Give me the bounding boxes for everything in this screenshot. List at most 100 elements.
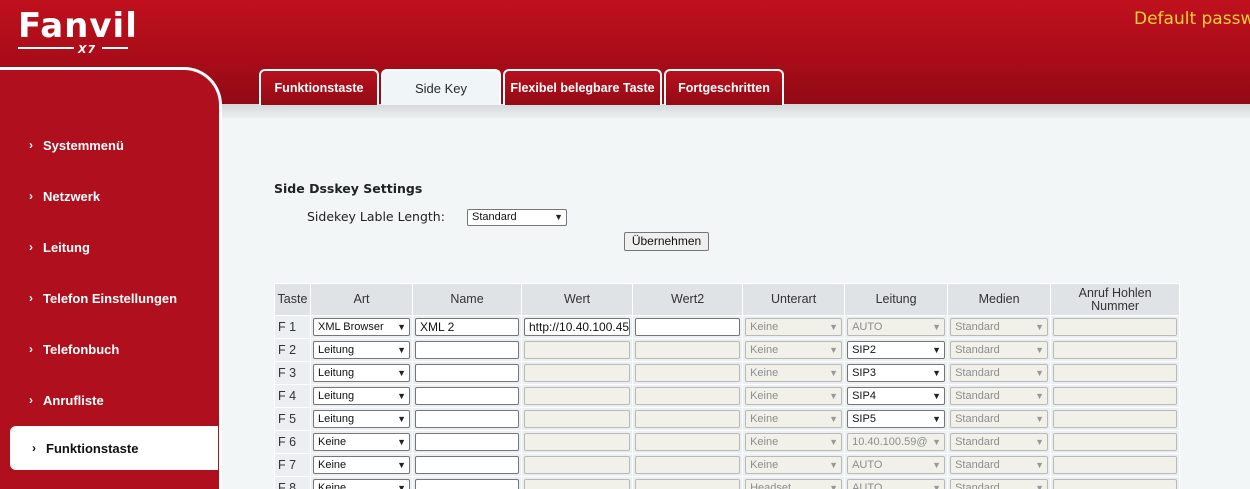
tab-flexibel-belegbare-taste[interactable]: Flexibel belegbare Taste [503, 69, 662, 105]
chevron-right-icon: › [29, 342, 33, 356]
anruf-hohlen-nummer-input [1053, 410, 1178, 428]
sidebar-item-leitung[interactable]: › Leitung [0, 225, 218, 269]
select-value: Keine [750, 321, 779, 333]
name-input[interactable] [415, 410, 519, 428]
sidebar-item-netzwerk[interactable]: › Netzwerk [0, 174, 218, 218]
art-select[interactable]: XML Browser ▼ [313, 318, 410, 336]
sidebar-item-telefonbuch[interactable]: › Telefonbuch [0, 327, 218, 371]
logo-underline-left [18, 47, 74, 49]
art-select[interactable]: Leitung ▼ [313, 410, 410, 428]
table-cell: Keine ▼ [310, 453, 413, 477]
table-cell: Standard ▼ [947, 476, 1052, 489]
table-cell: Keine ▼ [742, 453, 846, 477]
wert2-input [635, 410, 741, 428]
chevron-right-icon: › [29, 291, 33, 305]
unterart-select: Keine ▼ [745, 456, 843, 474]
art-select[interactable]: Keine ▼ [313, 479, 410, 489]
wert-input [524, 341, 631, 359]
side-key-table: Taste Art Name Wert Wert2 Unterart Leitu… [274, 283, 1181, 489]
art-select[interactable]: Keine ▼ [313, 456, 410, 474]
sidebar-item-label: Leitung [43, 239, 90, 255]
select-value: Standard [955, 436, 1000, 448]
table-cell: Keine ▼ [310, 430, 413, 454]
table-row: F 1 XML Browser ▼ XML 2 http://10.40.100.45 K… [274, 315, 1181, 339]
table-cell: 10.40.100.59@ ▼ [844, 430, 949, 454]
select-value: SIP4 [852, 390, 876, 402]
name-input[interactable] [415, 456, 519, 474]
sidebar-item-telefon-einstellungen[interactable]: › Telefon Einstellungen [0, 276, 218, 320]
chevron-right-icon: › [29, 393, 33, 407]
select-value: 10.40.100.59@ [852, 436, 928, 448]
table-cell [1050, 338, 1181, 362]
art-select[interactable]: Leitung ▼ [313, 341, 410, 359]
apply-button[interactable]: Übernehmen [624, 232, 709, 251]
select-value: SIP2 [852, 344, 876, 356]
leitung-select[interactable]: SIP2 ▼ [847, 341, 946, 359]
table-cell [412, 361, 522, 385]
taste-label: F 3 [274, 361, 311, 385]
art-select[interactable]: Keine ▼ [313, 433, 410, 451]
chevron-down-icon: ▼ [1035, 391, 1045, 401]
select-value: Keine [750, 413, 779, 425]
select-value: Leitung [318, 413, 355, 425]
table-cell [1050, 384, 1181, 408]
sidebar-item-anrufliste[interactable]: › Anrufliste [0, 378, 218, 422]
chevron-down-icon: ▼ [829, 414, 839, 424]
select-value: Keine [318, 436, 347, 448]
name-input[interactable] [415, 364, 519, 382]
name-input[interactable] [415, 433, 519, 451]
art-select[interactable]: Leitung ▼ [313, 387, 410, 405]
wert2-input [635, 479, 741, 489]
anruf-hohlen-nummer-input [1053, 341, 1178, 359]
table-cell [632, 315, 744, 339]
sidebar-item-systemmenu[interactable]: › Systemmenü [0, 123, 218, 167]
art-select[interactable]: Leitung ▼ [313, 364, 410, 382]
chevron-down-icon: ▼ [1035, 345, 1045, 355]
name-input[interactable] [415, 479, 519, 489]
name-input[interactable] [415, 387, 519, 405]
table-cell: Keine ▼ [742, 384, 846, 408]
name-input[interactable] [415, 341, 519, 359]
table-cell: SIP2 ▼ [844, 338, 949, 362]
anruf-hohlen-nummer-input [1053, 364, 1178, 382]
medien-select: Standard ▼ [950, 341, 1049, 359]
chevron-down-icon: ▼ [397, 322, 406, 332]
select-value: Standard [955, 344, 1000, 356]
table-cell: AUTO ▼ [844, 315, 949, 339]
table-cell: Leitung ▼ [310, 361, 413, 385]
taste-label: F 6 [274, 430, 311, 454]
chevron-down-icon: ▼ [1035, 322, 1045, 332]
leitung-select[interactable]: SIP4 ▼ [847, 387, 946, 405]
table-cell: Keine ▼ [310, 476, 413, 489]
leitung-select: 10.40.100.59@ ▼ [847, 433, 946, 451]
select-value: XML Browser [318, 321, 384, 333]
sidekey-length-select[interactable]: Standard ▼ [467, 209, 567, 226]
wert-input[interactable]: http://10.40.100.45 [524, 318, 631, 336]
name-input[interactable]: XML 2 [415, 318, 519, 336]
wert2-input [635, 341, 741, 359]
table-cell: Keine ▼ [742, 315, 846, 339]
chevron-down-icon: ▼ [932, 483, 942, 489]
col-header-name: Name [412, 283, 522, 316]
medien-select: Standard ▼ [950, 410, 1049, 428]
anruf-hohlen-nummer-input [1053, 387, 1178, 405]
wert2-input[interactable] [635, 318, 741, 336]
table-row: F 3 Leitung ▼ Keine ▼ SIP3 ▼ Standard ▼ [274, 361, 1181, 385]
leitung-select[interactable]: SIP3 ▼ [847, 364, 946, 382]
wert-input [524, 410, 631, 428]
table-cell [520, 361, 634, 385]
table-cell: Leitung ▼ [310, 407, 413, 431]
table-cell [632, 453, 744, 477]
chevron-right-icon: › [29, 189, 33, 203]
chevron-down-icon: ▼ [1035, 368, 1045, 378]
tab-side-key[interactable]: Side Key [381, 69, 501, 105]
leitung-select[interactable]: SIP5 ▼ [847, 410, 946, 428]
tab-fortgeschritten[interactable]: Fortgeschritten [664, 69, 784, 105]
chevron-down-icon: ▼ [829, 460, 839, 470]
table-cell: Keine ▼ [742, 407, 846, 431]
sidebar-item-funktionstaste[interactable]: › Funktionstaste [10, 426, 218, 470]
tab-funktionstaste[interactable]: Funktionstaste [259, 69, 379, 105]
table-cell [632, 361, 744, 385]
table-cell: Headset ▼ [742, 476, 846, 489]
table-cell: SIP4 ▼ [844, 384, 949, 408]
